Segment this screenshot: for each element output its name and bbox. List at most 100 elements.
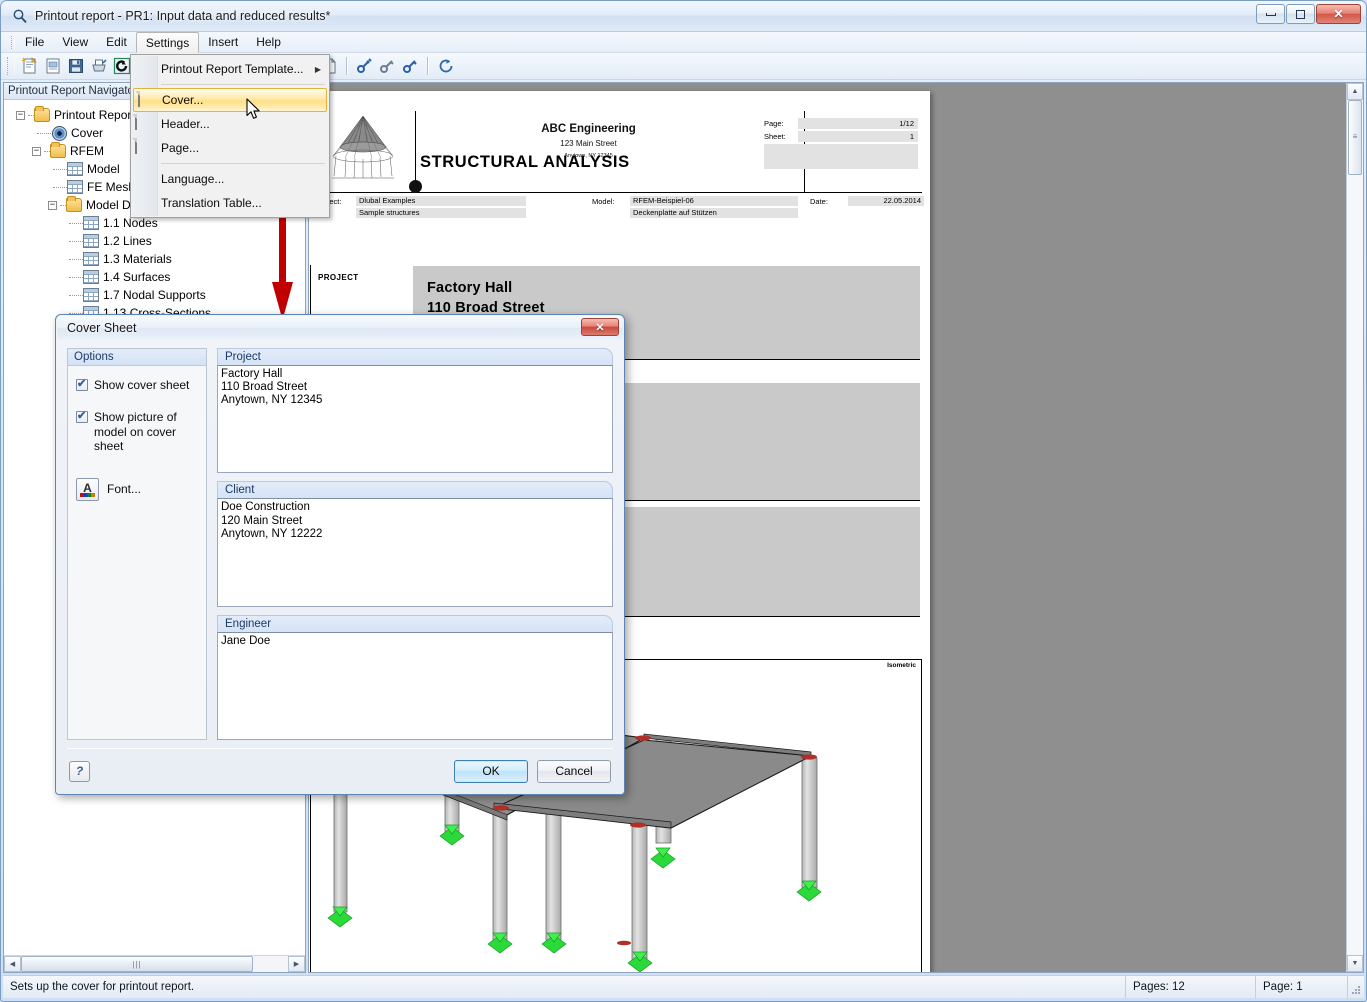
project-line2: Sample structures bbox=[356, 208, 526, 218]
menu-item-label: Language... bbox=[161, 172, 225, 186]
checkbox-show-cover-sheet[interactable]: Show cover sheet bbox=[76, 377, 198, 392]
field-group-engineer: Engineer bbox=[217, 614, 613, 740]
menu-item-cover[interactable]: Cover... bbox=[133, 88, 327, 112]
menu-insert[interactable]: Insert bbox=[199, 32, 247, 52]
checkbox-label: Show cover sheet bbox=[94, 378, 190, 392]
menu-item-label: Header... bbox=[161, 117, 210, 131]
tree-item-surfaces[interactable]: 1.4 Surfaces bbox=[10, 268, 305, 286]
minimize-button[interactable] bbox=[1256, 4, 1285, 24]
cover-icon bbox=[51, 126, 67, 140]
engineer-field-title: Engineer bbox=[217, 614, 613, 632]
header-document-icon bbox=[135, 114, 153, 133]
table-icon bbox=[83, 288, 99, 302]
menu-item-label: Cover... bbox=[162, 93, 204, 107]
font-icon[interactable]: A bbox=[76, 477, 99, 501]
menu-item-label: Printout Report Template... bbox=[161, 62, 304, 76]
tree-item-materials[interactable]: 1.3 Materials bbox=[10, 250, 305, 268]
checkbox-show-picture-of-model[interactable]: Show picture of model on cover sheet bbox=[76, 409, 198, 454]
rotate-icon[interactable] bbox=[434, 55, 457, 78]
report-subheader: Project: Dlubal Examples Sample structur… bbox=[310, 193, 924, 223]
checkbox-icon[interactable] bbox=[76, 377, 88, 391]
menu-file[interactable]: File bbox=[16, 32, 53, 52]
menu-item-page[interactable]: Page... bbox=[131, 136, 329, 160]
company-street: 123 Main Street bbox=[560, 139, 617, 148]
print-preview-icon[interactable] bbox=[87, 55, 110, 78]
toolbar-grip bbox=[7, 57, 15, 75]
save-icon[interactable] bbox=[64, 55, 87, 78]
tree-item-lines[interactable]: 1.2 Lines bbox=[10, 232, 305, 250]
settings-dropdown-menu: Printout Report Template... ▶ Cover... H… bbox=[130, 54, 330, 218]
expander-icon[interactable]: − bbox=[16, 110, 25, 120]
dialog-close-button[interactable]: ✕ bbox=[581, 318, 619, 336]
submenu-arrow-icon: ▶ bbox=[314, 64, 321, 74]
company-name: ABC Engineering bbox=[541, 123, 636, 135]
menu-item-header[interactable]: Header... bbox=[131, 112, 329, 136]
expander-icon[interactable]: − bbox=[48, 200, 57, 210]
checkbox-label: Show picture of model on cover sheet bbox=[94, 410, 177, 454]
magnifier-icon bbox=[11, 8, 28, 25]
mouse-cursor-icon bbox=[246, 98, 262, 120]
window-controls: ✕ bbox=[1255, 4, 1361, 24]
sheet-label: Sheet: bbox=[764, 131, 786, 141]
ok-button[interactable]: OK bbox=[454, 759, 528, 783]
dialog-title: Cover Sheet bbox=[67, 321, 137, 335]
menu-settings[interactable]: Settings bbox=[135, 32, 200, 53]
menu-item-label: Translation Table... bbox=[161, 196, 262, 210]
tree-item-label: 1.4 Surfaces bbox=[103, 270, 171, 284]
menu-item-printout-report-template[interactable]: Printout Report Template... ▶ bbox=[131, 57, 329, 81]
lock-icon[interactable] bbox=[399, 55, 422, 78]
scroll-left-arrow-icon[interactable]: ◀ bbox=[4, 956, 21, 972]
font-button-label[interactable]: Font... bbox=[107, 482, 141, 496]
date-value: 22.05.2014 bbox=[848, 196, 924, 206]
menu-item-translation-table[interactable]: Translation Table... bbox=[131, 191, 329, 215]
folder-icon bbox=[50, 142, 66, 158]
tree-item-label: RFEM bbox=[70, 144, 104, 158]
resize-grip-icon[interactable] bbox=[1348, 976, 1364, 998]
menu-view[interactable]: View bbox=[53, 32, 97, 52]
unlock-icon[interactable] bbox=[376, 55, 399, 78]
project-textarea[interactable] bbox=[217, 365, 613, 474]
scrollbar-track[interactable]: ||| bbox=[21, 956, 288, 972]
tree-item-nodal-supports[interactable]: 1.7 Nodal Supports bbox=[10, 286, 305, 304]
menu-item-label: Page... bbox=[161, 141, 200, 155]
client-field-title: Client bbox=[217, 481, 613, 499]
document-vertical-scrollbar[interactable]: ▲ ≡ ▼ bbox=[1346, 83, 1363, 972]
options-group-title: Options bbox=[68, 349, 206, 366]
options-content: Show cover sheet Show picture of model o… bbox=[68, 366, 206, 472]
key-blue-icon[interactable] bbox=[353, 55, 376, 78]
menu-separator bbox=[161, 84, 325, 85]
page-document-icon bbox=[135, 138, 153, 157]
table-icon bbox=[83, 234, 99, 248]
model-line1: RFEM-Beispiel-06 bbox=[630, 196, 798, 206]
engineer-textarea[interactable] bbox=[217, 631, 613, 740]
new-report-icon[interactable] bbox=[18, 55, 41, 78]
scrollbar-track[interactable]: ≡ bbox=[1347, 100, 1363, 955]
menu-edit[interactable]: Edit bbox=[97, 32, 136, 52]
dialog-footer: ? OK Cancel bbox=[57, 749, 623, 793]
maximize-button[interactable] bbox=[1286, 4, 1315, 24]
close-button[interactable]: ✕ bbox=[1316, 4, 1361, 24]
menu-item-language[interactable]: Language... bbox=[131, 167, 329, 191]
scroll-right-arrow-icon[interactable]: ▶ bbox=[288, 956, 305, 972]
tree-item-label: 1.2 Lines bbox=[103, 234, 152, 248]
scroll-down-arrow-icon[interactable]: ▼ bbox=[1347, 955, 1363, 972]
client-textarea[interactable] bbox=[217, 498, 613, 607]
close-icon: ✕ bbox=[1333, 7, 1344, 21]
cancel-button[interactable]: Cancel bbox=[537, 759, 611, 783]
tree-item-label: 1.7 Nodal Supports bbox=[103, 288, 206, 302]
page-sheet-block: Page: 1/12 Sheet: 1 bbox=[764, 117, 918, 169]
menu-help[interactable]: Help bbox=[247, 32, 290, 52]
scroll-up-arrow-icon[interactable]: ▲ bbox=[1347, 83, 1363, 100]
project-line1: Dlubal Examples bbox=[356, 196, 526, 206]
scrollbar-thumb[interactable]: ≡ bbox=[1348, 100, 1362, 175]
open-report-icon[interactable] bbox=[41, 55, 64, 78]
navigator-horizontal-scrollbar[interactable]: ◀ ||| ▶ bbox=[4, 955, 305, 972]
expander-icon[interactable]: − bbox=[32, 146, 41, 156]
cover-label-project: PROJECT bbox=[318, 273, 359, 282]
menubar-grip bbox=[9, 32, 16, 52]
checkbox-icon[interactable] bbox=[76, 409, 88, 424]
help-icon: ? bbox=[75, 764, 84, 778]
help-button[interactable]: ? bbox=[69, 760, 90, 782]
title-bar: Printout report - PR1: Input data and re… bbox=[1, 1, 1366, 32]
scrollbar-thumb[interactable]: ||| bbox=[21, 956, 254, 972]
